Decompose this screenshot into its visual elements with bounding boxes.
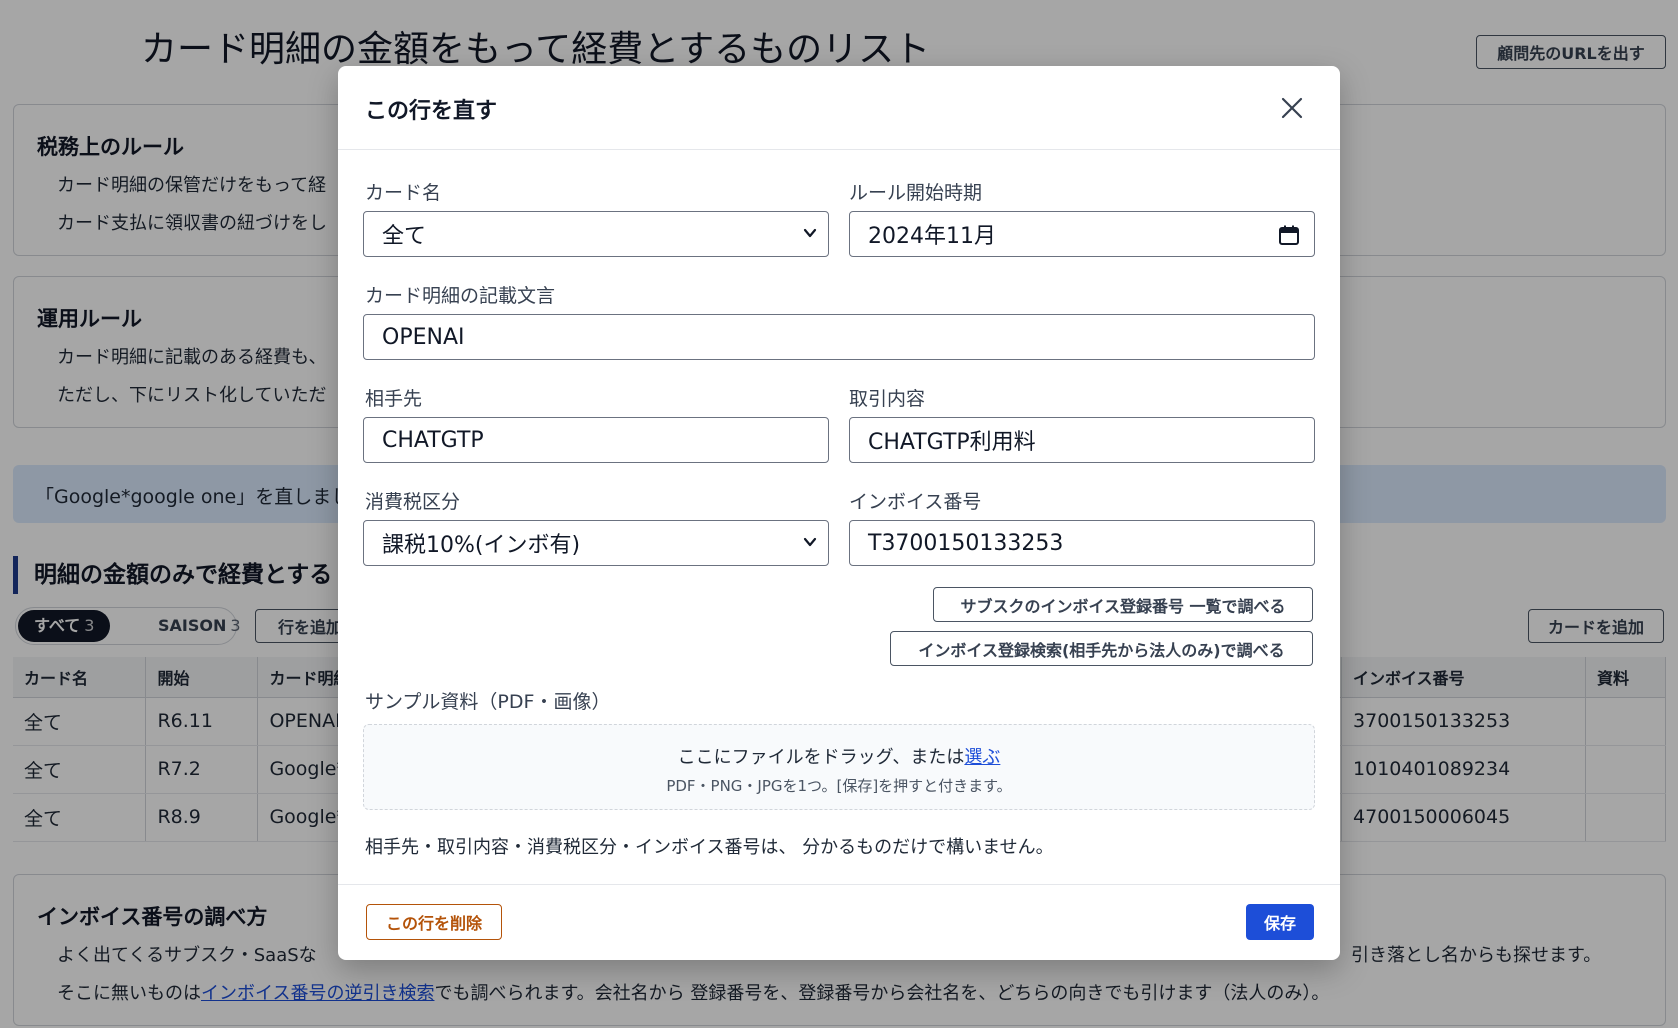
invoice-number-input[interactable]: T3700150133253	[849, 520, 1315, 566]
modal-title: この行を直す	[365, 99, 498, 124]
drop-zone-text: ここにファイルをドラッグ、または選ぶ	[364, 743, 1314, 769]
chevron-down-icon	[800, 223, 820, 243]
rule-start-label: ルール開始時期	[849, 182, 983, 204]
statement-input[interactable]: OPENAI	[363, 314, 1315, 360]
content-value: CHATGTP利用料	[868, 430, 1036, 455]
drop-zone-instruction: ここにファイルをドラッグ、または	[677, 747, 965, 768]
save-button[interactable]: 保存	[1246, 904, 1314, 940]
rule-start-input[interactable]: 2024年11月	[849, 211, 1315, 257]
invoice-number-label: インボイス番号	[849, 491, 982, 513]
tax-category-select[interactable]: 課税10%(インボ有)	[363, 520, 829, 566]
chevron-down-icon	[800, 532, 820, 552]
card-name-select[interactable]: 全て	[363, 211, 829, 257]
edit-row-modal: この行を直す カード名 全て ルール開始時期 2024年11月 カード明細の記載…	[338, 66, 1340, 960]
card-name-label: カード名	[365, 182, 442, 204]
modal-footer-divider	[338, 884, 1340, 885]
rule-start-value: 2024年11月	[868, 224, 996, 249]
calendar-icon[interactable]	[1278, 224, 1300, 246]
partner-label: 相手先	[365, 388, 423, 410]
tax-category-value: 課税10%(インボ有)	[382, 533, 581, 558]
statement-label: カード明細の記載文言	[365, 285, 556, 307]
partner-input[interactable]: CHATGTP	[363, 417, 829, 463]
drop-zone-hint: PDF・PNG・JPGを1つ。[保存]を押すと付きます。	[666, 777, 1012, 795]
delete-row-button[interactable]: この行を削除	[366, 904, 502, 940]
content-label: 取引内容	[849, 388, 926, 410]
partner-value: CHATGTP	[382, 427, 484, 453]
subscription-list-lookup-button[interactable]: サブスクのインボイス登録番号 一覧で調べる	[933, 587, 1313, 622]
statement-value: OPENAI	[382, 324, 465, 350]
content-input[interactable]: CHATGTP利用料	[849, 417, 1315, 463]
modal-header: この行を直す	[338, 66, 1340, 150]
sample-file-label: サンプル資料（PDF・画像）	[365, 691, 611, 713]
tax-category-label: 消費税区分	[365, 491, 461, 513]
invoice-registry-search-button[interactable]: インボイス登録検索(相手先から法人のみ)で調べる	[890, 631, 1313, 666]
optional-fields-note: 相手先・取引内容・消費税区分・インボイス番号は、 分かるものだけで構いません。	[365, 837, 1054, 858]
file-drop-zone[interactable]: ここにファイルをドラッグ、または選ぶ PDF・PNG・JPGを1つ。[保存]を押…	[363, 724, 1315, 810]
invoice-number-value: T3700150133253	[868, 530, 1064, 556]
close-icon[interactable]	[1274, 90, 1310, 126]
choose-file-link[interactable]: 選ぶ	[964, 747, 1000, 768]
card-name-value: 全て	[382, 224, 427, 249]
